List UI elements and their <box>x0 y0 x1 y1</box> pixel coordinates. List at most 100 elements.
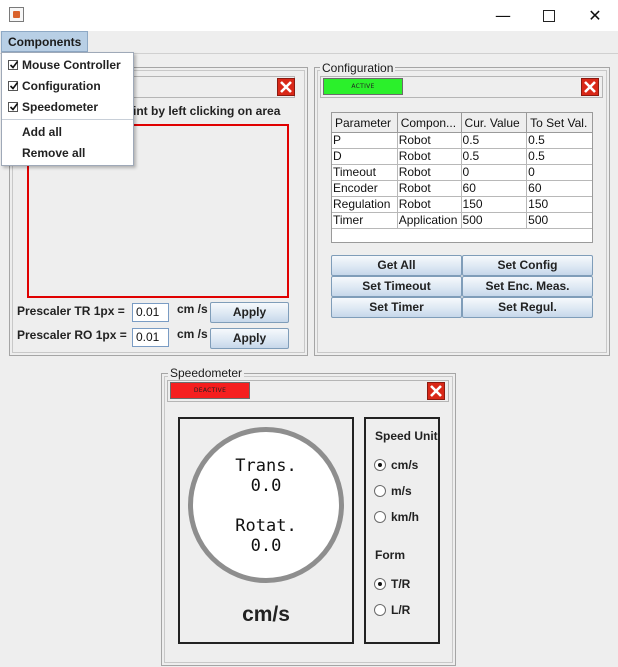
minimize-icon: — <box>495 6 511 25</box>
speed-unit-heading: Speed Unit <box>375 429 438 443</box>
prescaler-tr-input[interactable]: 0.01 <box>132 303 169 322</box>
apply-tr-button[interactable]: Apply <box>210 302 289 323</box>
unit-ms-radio[interactable] <box>374 485 386 497</box>
speedometer-title: Speedometer <box>168 366 245 380</box>
mouse-controller-close-button[interactable] <box>277 78 295 96</box>
table-cell[interactable]: Timeout <box>332 164 398 181</box>
table-cell[interactable]: Robot <box>396 180 462 197</box>
menu-item-remove-all[interactable]: Remove all <box>2 143 133 164</box>
table-cell[interactable]: Robot <box>396 164 462 181</box>
menu-item-configuration[interactable]: Configuration <box>2 76 133 97</box>
column-header[interactable]: Cur. Value <box>460 113 528 133</box>
speedometer-status-badge: DEACTIVE <box>170 382 250 399</box>
table-cell[interactable]: 500 <box>526 212 592 229</box>
set-timeout-button[interactable]: Set Timeout <box>331 276 462 297</box>
column-header[interactable]: Parameter <box>332 113 398 133</box>
checkbox-checked-icon <box>8 81 19 91</box>
table-row[interactable]: Regulation Robot 150 150 <box>332 196 592 213</box>
form-lr-radio[interactable] <box>374 604 386 616</box>
set-config-button[interactable]: Set Config <box>462 255 593 276</box>
table-row[interactable]: Encoder Robot 60 60 <box>332 180 592 197</box>
table-cell[interactable]: 60 <box>460 180 528 197</box>
maximize-icon <box>543 9 555 22</box>
table-row[interactable]: Timeout Robot 0 0 <box>332 164 592 181</box>
table-cell[interactable]: 150 <box>526 196 592 213</box>
window-close-button[interactable]: ✕ <box>572 0 618 31</box>
table-row[interactable]: Timer Application 500 500 <box>332 212 592 229</box>
table-cell[interactable]: Application <box>396 212 462 229</box>
table-cell[interactable]: Encoder <box>332 180 398 197</box>
set-timer-button[interactable]: Set Timer <box>331 297 462 318</box>
table-cell[interactable]: 0.5 <box>526 132 592 149</box>
table-cell[interactable]: Timer <box>332 212 398 229</box>
table-header-row: Parameter Compon... Cur. Value To Set Va… <box>332 113 592 133</box>
get-all-button[interactable]: Get All <box>331 255 462 276</box>
table-cell[interactable]: 0 <box>460 164 528 181</box>
set-regul-button[interactable]: Set Regul. <box>462 297 593 318</box>
java-app-icon <box>9 7 24 22</box>
components-dropdown-menu: Mouse Controller Configuration Speedomet… <box>1 52 134 166</box>
maximize-button[interactable] <box>526 0 572 31</box>
form-tr-label[interactable]: T/R <box>391 577 410 591</box>
table-cell[interactable]: Regulation <box>332 196 398 213</box>
table-cell[interactable]: 0 <box>526 164 592 181</box>
rotat-label: Rotat. <box>235 516 297 536</box>
menu-item-label: Speedometer <box>22 100 99 114</box>
menu-item-mouse-controller[interactable]: Mouse Controller <box>2 55 133 76</box>
parameter-table: Parameter Compon... Cur. Value To Set Va… <box>332 113 592 229</box>
table-cell[interactable]: 0.5 <box>526 148 592 165</box>
close-x-icon <box>430 385 442 397</box>
prescaler-ro-unit: cm /s <box>177 327 208 341</box>
menu-separator <box>2 119 133 120</box>
close-icon: ✕ <box>588 6 602 25</box>
form-heading: Form <box>375 548 405 562</box>
menu-item-label: Add all <box>22 125 63 139</box>
table-cell[interactable]: 0.5 <box>460 132 528 149</box>
table-cell[interactable]: P <box>332 132 398 149</box>
prescaler-tr-label: Prescaler TR 1px = <box>17 304 125 318</box>
checkbox-checked-icon <box>8 60 19 70</box>
table-cell[interactable]: Robot <box>396 196 462 213</box>
unit-ms-label[interactable]: m/s <box>391 484 412 498</box>
minimize-button[interactable]: — <box>480 0 526 31</box>
close-x-icon <box>280 81 292 93</box>
set-enc-meas-button[interactable]: Set Enc. Meas. <box>462 276 593 297</box>
menu-item-add-all[interactable]: Add all <box>2 122 133 143</box>
column-header[interactable]: To Set Val. <box>526 113 592 133</box>
speed-unit-display: cm/s <box>242 603 290 626</box>
menu-item-label: Mouse Controller <box>22 58 121 72</box>
table-row[interactable]: D Robot 0.5 0.5 <box>332 148 592 165</box>
table-cell[interactable]: 60 <box>526 180 592 197</box>
unit-cms-label[interactable]: cm/s <box>391 458 418 472</box>
menu-item-speedometer[interactable]: Speedometer <box>2 97 133 118</box>
configuration-close-button[interactable] <box>581 78 599 96</box>
menu-components[interactable]: Components <box>1 31 89 52</box>
unit-kmh-label[interactable]: km/h <box>391 510 419 524</box>
trans-value: 0.0 <box>250 476 282 496</box>
prescaler-ro-input[interactable]: 0.01 <box>132 328 169 347</box>
form-tr-radio[interactable] <box>374 578 386 590</box>
table-cell[interactable]: 150 <box>460 196 528 213</box>
table-row[interactable]: P Robot 0.5 0.5 <box>332 132 592 149</box>
checkbox-checked-icon <box>8 102 19 112</box>
unit-cms-radio[interactable] <box>374 459 386 471</box>
speedometer-close-button[interactable] <box>427 382 445 400</box>
configuration-title: Configuration <box>320 61 396 75</box>
parameter-table-container: Parameter Compon... Cur. Value To Set Va… <box>331 112 593 243</box>
trans-label: Trans. <box>235 456 297 476</box>
rotat-value: 0.0 <box>250 536 282 556</box>
table-cell[interactable]: 0.5 <box>460 148 528 165</box>
table-cell[interactable]: D <box>332 148 398 165</box>
mouse-controller-instruction: int by left clicking on area <box>133 104 281 118</box>
speed-gauge-dial <box>188 427 344 583</box>
table-cell[interactable]: 500 <box>460 212 528 229</box>
menu-bar <box>0 31 618 54</box>
prescaler-tr-unit: cm /s <box>177 302 208 316</box>
menu-item-label: Remove all <box>22 146 86 160</box>
unit-kmh-radio[interactable] <box>374 511 386 523</box>
table-cell[interactable]: Robot <box>396 132 462 149</box>
table-cell[interactable]: Robot <box>396 148 462 165</box>
form-lr-label[interactable]: L/R <box>391 603 410 617</box>
column-header[interactable]: Compon... <box>396 113 462 133</box>
apply-ro-button[interactable]: Apply <box>210 328 289 349</box>
